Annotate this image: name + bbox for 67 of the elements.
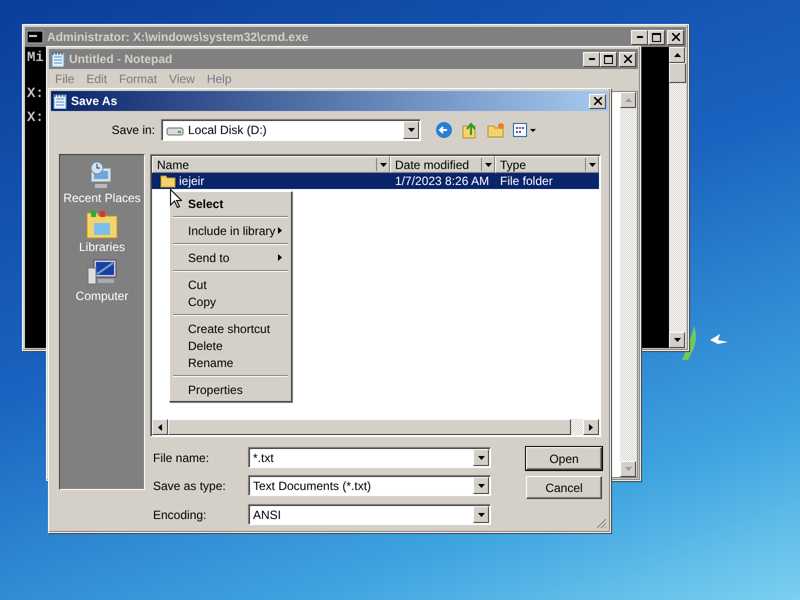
table-cell: iejeir <box>179 174 204 188</box>
scroll-thumb[interactable] <box>669 63 686 83</box>
view-menu-icon[interactable] <box>513 123 537 137</box>
menu-item[interactable]: Properties <box>172 381 289 398</box>
menu-item[interactable]: Include in library <box>172 222 289 239</box>
down-arrow-icon <box>674 338 680 342</box>
scroll-down-button[interactable] <box>669 332 685 348</box>
libraries-icon <box>86 209 118 239</box>
dropdown-field[interactable]: Text Documents (*.txt) <box>248 475 491 496</box>
save-in-dropdown[interactable]: Local Disk (D:) <box>161 119 421 141</box>
notepad-icon <box>53 93 67 109</box>
console-text: Mi <box>27 52 44 64</box>
table-cell-text: 1/7/2023 8:26 AM <box>394 174 490 188</box>
resize-grip-icon[interactable] <box>596 518 607 529</box>
minimize-icon <box>636 36 642 38</box>
dropdown-arrow-icon <box>376 158 389 171</box>
console-text: X: <box>27 88 44 100</box>
scroll-right-button[interactable] <box>583 419 599 435</box>
right-arrow-icon <box>589 424 593 430</box>
scrollbar[interactable] <box>620 92 637 477</box>
field-label: Save as type: <box>152 478 227 492</box>
back-icon[interactable] <box>435 121 453 139</box>
field-label: Encoding: <box>152 508 208 522</box>
menu-item[interactable]: Cut <box>172 276 289 293</box>
dropdown-field[interactable]: *.txt <box>248 447 491 468</box>
menu-item[interactable]: Send to <box>172 249 289 266</box>
minimize-icon <box>588 58 594 60</box>
dropdown-arrow-icon <box>481 158 494 171</box>
column-header[interactable]: Name <box>152 156 390 173</box>
scroll-up-button[interactable] <box>669 47 685 63</box>
places-item[interactable]: Libraries <box>78 209 126 254</box>
dropdown-field[interactable]: ANSI <box>248 504 491 525</box>
dropdown-arrow-icon <box>585 158 598 171</box>
field-label: File name: <box>152 450 210 464</box>
up-arrow-icon <box>674 53 680 57</box>
up-arrow-icon <box>624 98 632 102</box>
file-row[interactable]: iejeir 1/7/2023 8:26 AM File folder <box>152 173 599 189</box>
notepad-icon <box>51 51 65 67</box>
close-icon <box>594 97 602 105</box>
window-title: Untitled - Notepad <box>69 52 172 66</box>
table-cell-text: File folder <box>499 174 553 188</box>
left-arrow-icon <box>158 424 162 430</box>
close-button[interactable] <box>589 94 606 108</box>
scroll-left-button[interactable] <box>152 419 168 435</box>
scroll-up-button[interactable] <box>620 92 636 108</box>
places-item[interactable]: Recent Places <box>63 160 141 205</box>
maximize-icon <box>652 32 661 42</box>
column-header[interactable]: Date modified <box>390 156 495 173</box>
scroll-down-button[interactable] <box>620 461 636 477</box>
window-title: Save As <box>71 94 118 108</box>
menu-item[interactable]: Create shortcut <box>172 320 289 337</box>
maximize-icon <box>604 54 613 64</box>
dialog-button[interactable]: Cancel <box>526 476 602 499</box>
console-icon <box>27 31 43 43</box>
save-in-label: Save in: <box>110 123 156 137</box>
menu-item[interactable]: Rename <box>172 354 289 371</box>
column-header[interactable]: Type <box>495 156 599 173</box>
dialog-button[interactable]: Open <box>526 447 602 470</box>
menu-item[interactable]: Delete <box>172 337 289 354</box>
places-item[interactable]: Computer <box>76 258 128 303</box>
close-icon <box>672 33 680 41</box>
window-title: Administrator: X:\windows\system32\cmd.exe <box>47 30 308 44</box>
scrollbar[interactable] <box>669 47 686 348</box>
console-text: X: <box>27 112 44 124</box>
menu-item[interactable]: Copy <box>172 293 289 310</box>
down-arrow-icon <box>624 467 632 471</box>
close-icon <box>624 55 632 63</box>
